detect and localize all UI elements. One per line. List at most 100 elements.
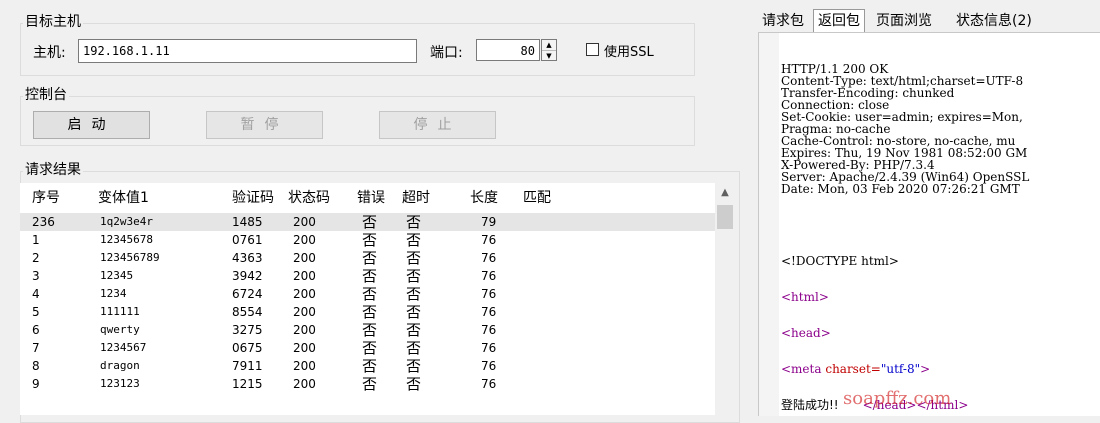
table-row[interactable]: 3 12345 3942 200 否 否 76 <box>20 267 715 285</box>
cell-variant: qwerty <box>100 323 140 336</box>
cell-error: 否 <box>362 303 378 321</box>
table-row[interactable]: 2 123456789 4363 200 否 否 76 <box>20 249 715 267</box>
start-button[interactable]: 启动 <box>33 111 150 139</box>
response-view[interactable]: HTTP/1.1 200 OK Content-Type: text/html;c… <box>758 32 1100 416</box>
col-header-captcha[interactable]: 验证码 <box>232 183 274 213</box>
response-header-line: Date: Mon, 03 Feb 2020 07:26:21 GMT <box>781 182 1020 196</box>
meta-close: > <box>920 362 931 376</box>
cell-index: 3 <box>32 269 40 283</box>
cell-length: 79 <box>481 215 497 229</box>
cell-timeout: 否 <box>406 357 422 375</box>
cell-error: 否 <box>362 249 378 267</box>
pause-button[interactable]: 暂停 <box>206 111 323 139</box>
cell-length: 76 <box>481 269 497 283</box>
table-row[interactable]: 8 dragon 7911 200 否 否 76 <box>20 357 715 375</box>
cell-status: 200 <box>293 233 316 247</box>
col-header-variant[interactable]: 变体值1 <box>98 183 149 213</box>
cell-index: 8 <box>32 359 40 373</box>
cell-captcha: 7911 <box>232 359 263 373</box>
cell-variant: 12345678 <box>100 233 153 246</box>
ssl-label: 使用SSL <box>604 45 654 60</box>
port-input[interactable]: 80 <box>476 39 540 61</box>
meta-tag: <meta <box>781 362 822 376</box>
scroll-up-icon[interactable]: ▲ <box>715 183 735 203</box>
col-header-timeout[interactable]: 超时 <box>402 183 430 213</box>
cell-index: 5 <box>32 305 40 319</box>
port-label: 端口: <box>430 45 463 61</box>
cell-captcha: 4363 <box>232 251 263 265</box>
response-headers: HTTP/1.1 200 OK Content-Type: text/html;c… <box>781 63 1100 195</box>
cell-variant: 123456789 <box>100 251 160 264</box>
cell-length: 76 <box>481 323 497 337</box>
host-input[interactable]: 192.168.1.11 <box>78 39 417 63</box>
success-text: 登陆成功!! <box>781 398 839 412</box>
cell-status: 200 <box>293 287 316 301</box>
cell-variant: dragon <box>100 359 140 372</box>
cell-status: 200 <box>293 323 316 337</box>
spin-down-icon[interactable]: ▼ <box>542 51 556 61</box>
tab-response[interactable]: 返回包 <box>813 9 865 34</box>
cell-captcha: 3275 <box>232 323 263 337</box>
cell-index: 2 <box>32 251 40 265</box>
table-row[interactable]: 7 1234567 0675 200 否 否 76 <box>20 339 715 357</box>
table-row[interactable]: 236 1q2w3e4r 1485 200 否 否 79 <box>20 213 715 231</box>
cell-error: 否 <box>362 285 378 303</box>
cell-variant: 1234 <box>100 287 127 300</box>
col-header-error[interactable]: 错误 <box>357 183 385 213</box>
cell-length: 76 <box>481 305 497 319</box>
cell-timeout: 否 <box>406 339 422 357</box>
cell-error: 否 <box>362 213 378 231</box>
col-header-status[interactable]: 状态码 <box>288 183 330 213</box>
cell-captcha: 8554 <box>232 305 263 319</box>
cell-variant: 111111 <box>100 305 140 318</box>
meta-line: <meta charset="utf-8"> <box>781 363 1100 375</box>
cell-variant: 1q2w3e4r <box>100 215 153 228</box>
cell-variant: 12345 <box>100 269 134 282</box>
cell-error: 否 <box>362 375 378 393</box>
cell-index: 1 <box>32 233 40 247</box>
cell-captcha: 1215 <box>232 377 263 391</box>
cell-variant: 1234567 <box>100 341 147 354</box>
table-row[interactable]: 5 111111 8554 200 否 否 76 <box>20 303 715 321</box>
meta-attr: charset= <box>825 362 881 376</box>
cell-captcha: 3942 <box>232 269 263 283</box>
target-host-title: 目标主机 <box>23 14 83 30</box>
host-label: 主机: <box>33 45 66 61</box>
cell-timeout: 否 <box>406 321 422 339</box>
cell-length: 76 <box>481 251 497 265</box>
col-header-index[interactable]: 序号 <box>32 183 60 213</box>
col-header-match[interactable]: 匹配 <box>523 183 551 213</box>
ssl-checkbox[interactable] <box>586 43 599 56</box>
cell-index: 9 <box>32 377 40 391</box>
cell-status: 200 <box>293 269 316 283</box>
tab-status-info[interactable]: 状态信息(2) <box>952 10 1036 32</box>
cell-error: 否 <box>362 267 378 285</box>
response-body: HTTP/1.1 200 OK Content-Type: text/html;c… <box>781 39 1100 416</box>
table-scrollbar[interactable]: ▲ <box>715 183 735 415</box>
cell-index: 6 <box>32 323 40 337</box>
cell-captcha: 1485 <box>232 215 263 229</box>
cell-status: 200 <box>293 215 316 229</box>
stop-button[interactable]: 停止 <box>379 111 496 139</box>
tab-request[interactable]: 请求包 <box>758 10 808 32</box>
cell-timeout: 否 <box>406 375 422 393</box>
table-row[interactable]: 9 123123 1215 200 否 否 76 <box>20 375 715 393</box>
console-title: 控制台 <box>23 87 69 103</box>
cell-status: 200 <box>293 305 316 319</box>
cell-status: 200 <box>293 341 316 355</box>
results-table[interactable]: 序号 变体值1 验证码 状态码 错误 超时 长度 匹配 2 3 6 1q2w3e4r 1… <box>20 183 735 415</box>
port-spinner[interactable]: ▲ ▼ <box>541 39 557 61</box>
scroll-thumb[interactable] <box>717 205 733 229</box>
table-row[interactable]: 1 12345678 0761 200 否 否 76 <box>20 231 715 249</box>
cell-index: 7 <box>32 341 40 355</box>
table-row[interactable]: 4 1234 6724 200 否 否 76 <box>20 285 715 303</box>
spin-up-icon[interactable]: ▲ <box>542 40 556 51</box>
tab-page-view[interactable]: 页面浏览 <box>872 10 936 32</box>
cell-variant: 123123 <box>100 377 140 390</box>
cell-timeout: 否 <box>406 285 422 303</box>
results-title: 请求结果 <box>23 162 83 178</box>
col-header-length[interactable]: 长度 <box>470 183 498 213</box>
cell-timeout: 否 <box>406 267 422 285</box>
cell-timeout: 否 <box>406 249 422 267</box>
table-row[interactable]: 6 qwerty 3275 200 否 否 76 <box>20 321 715 339</box>
